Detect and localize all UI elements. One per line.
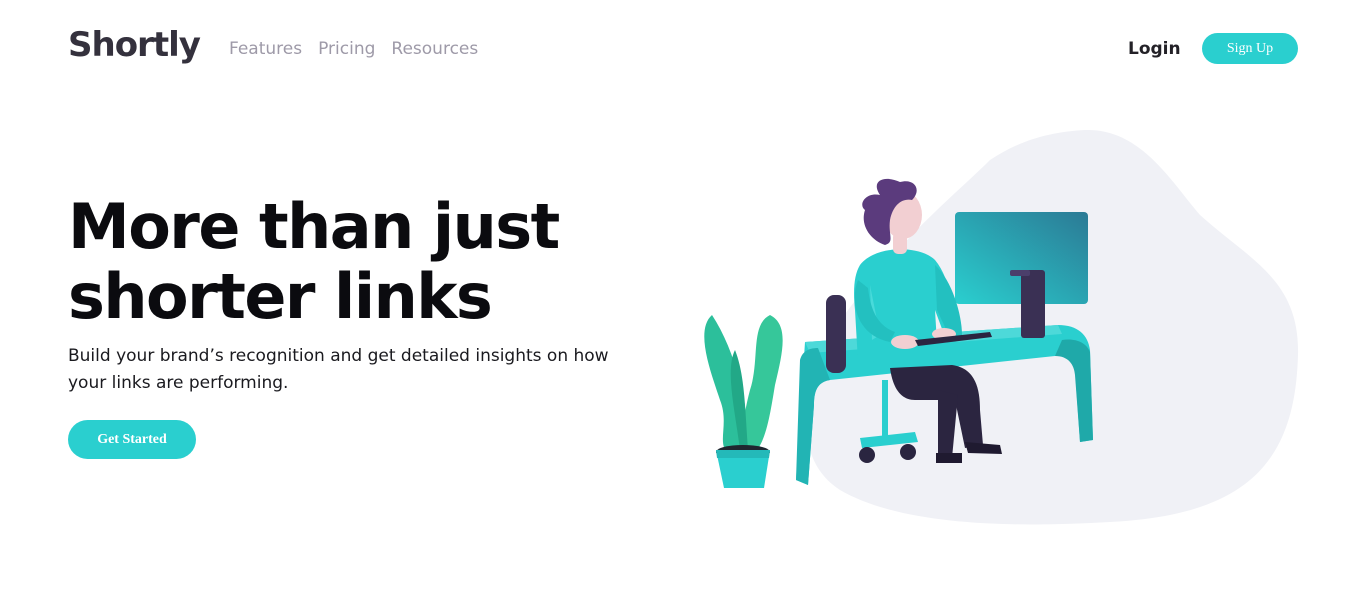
- subtext-line-1: Build your brand’s recognition and get d…: [68, 346, 609, 366]
- nav-item-features[interactable]: Features: [229, 37, 302, 61]
- nav-item-pricing[interactable]: Pricing: [318, 37, 375, 61]
- headline-line-1: More than just: [68, 190, 560, 263]
- working-person-illustration: [704, 129, 1299, 525]
- plant: [704, 315, 783, 488]
- main-nav: Features Pricing Resources: [229, 37, 478, 61]
- get-started-button[interactable]: Get Started: [68, 420, 196, 459]
- login-link[interactable]: Login: [1128, 37, 1181, 61]
- signup-button[interactable]: Sign Up: [1202, 33, 1298, 64]
- subtext-line-2: your links are performing.: [68, 373, 289, 393]
- hero-subtext: Build your brand’s recognition and get d…: [68, 343, 668, 397]
- hero-headline: More than just shorter links: [68, 192, 668, 332]
- nav-item-resources[interactable]: Resources: [391, 37, 478, 61]
- brand-logo[interactable]: Shortly: [68, 25, 201, 65]
- headline-line-2: shorter links: [68, 260, 493, 333]
